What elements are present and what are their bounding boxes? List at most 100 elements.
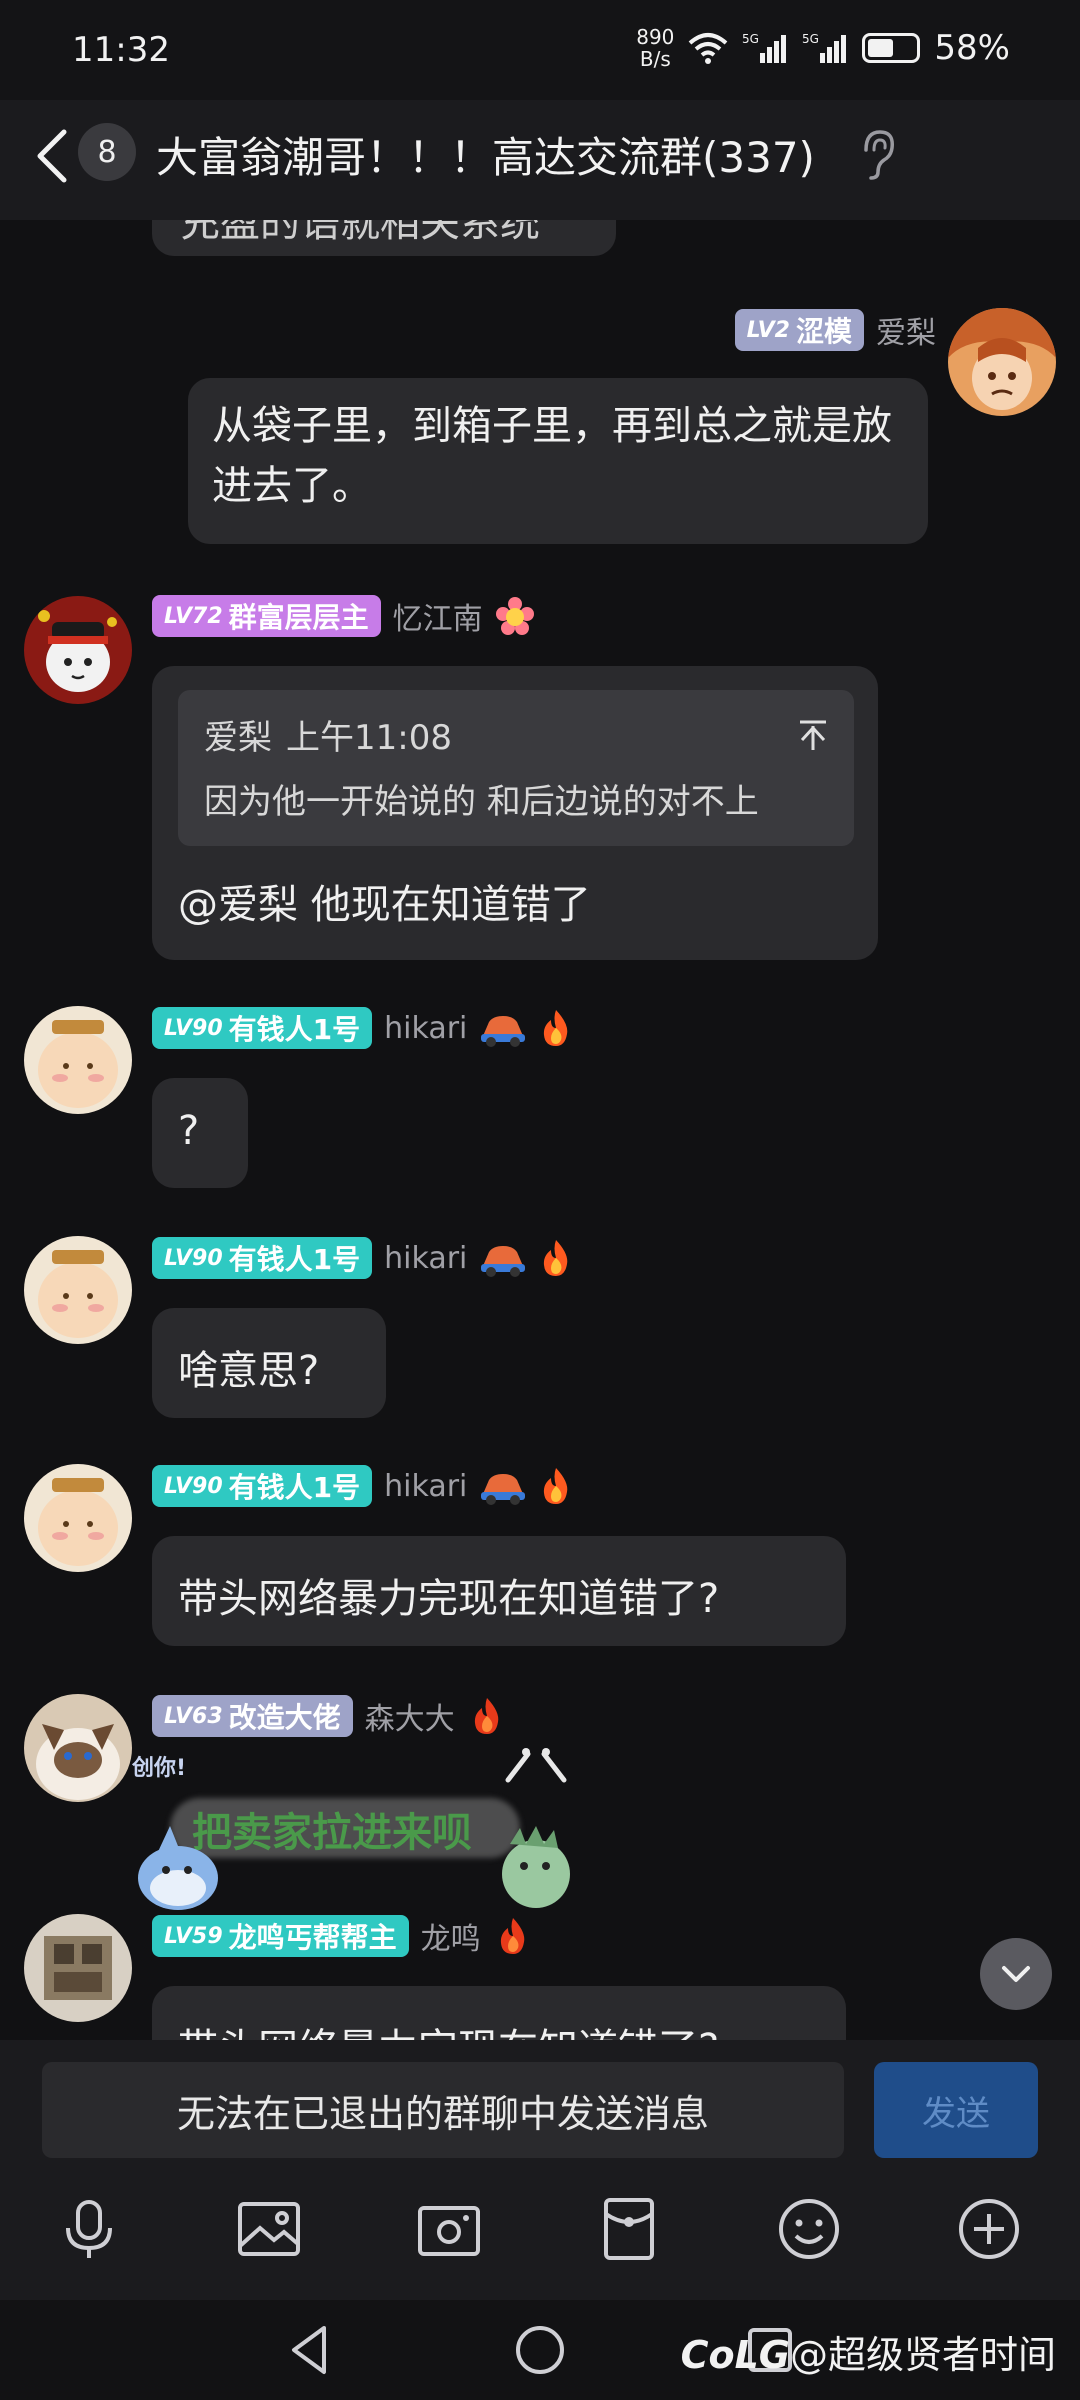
avatar[interactable]	[24, 1694, 132, 1802]
message-list[interactable]: 充盈的语就相关系统 LV2 涩模 爱梨 从袋子里，到箱子里，再到总之就是放进去了…	[0, 220, 1080, 2040]
status-bar: 11:32 890 B/s 5G 5G 58%	[0, 0, 1080, 100]
level-badge: LV63 改造大佬	[152, 1695, 353, 1737]
avatar-image	[24, 596, 132, 704]
svg-text:5G: 5G	[742, 32, 759, 46]
message-bubble[interactable]: 充盈的语就相关系统	[152, 220, 616, 256]
avatar-image	[24, 1236, 132, 1344]
message-text: ?	[178, 1108, 200, 1154]
sender-row: LV90 有钱人1号 hikari	[152, 1236, 573, 1280]
sticker-tag: 创你!	[132, 1756, 187, 1781]
fire-icon	[500, 1918, 524, 1954]
sender-name[interactable]: 爱梨	[876, 308, 936, 352]
input-toolbar	[0, 2160, 1080, 2300]
sender-row: LV63 改造大佬 森大大	[152, 1694, 507, 1738]
microphone-icon[interactable]	[56, 2196, 122, 2262]
signal-5g-icon-2: 5G	[802, 32, 847, 63]
scroll-to-bottom-button[interactable]	[980, 1938, 1052, 2010]
avatar[interactable]	[24, 1236, 132, 1344]
sticker-message[interactable]: 创你! 把卖家拉进来呗	[130, 1746, 580, 1916]
send-button[interactable]: 发送	[874, 2062, 1038, 2158]
message-text: 啥意思?	[178, 1348, 320, 1394]
sender-name[interactable]: hikari	[384, 1241, 467, 1276]
flower-icon	[495, 597, 534, 635]
level-badge: LV72 群富层层主	[152, 595, 381, 637]
quoted-message[interactable]: 爱梨 上午11:08 因为他一开始说的 和后边说的对不上	[178, 690, 854, 846]
image-icon[interactable]	[236, 2196, 302, 2262]
message-text: 带头网络暴力完现在知道错了?	[178, 1576, 720, 1622]
quote-text: 因为他一开始说的 和后边说的对不上	[204, 782, 759, 822]
sender-name[interactable]: hikari	[384, 1011, 467, 1046]
message-text: 充盈的语就相关系统	[180, 220, 540, 246]
message-bubble[interactable]: 啥意思?	[152, 1308, 386, 1418]
car-icon	[481, 1016, 526, 1047]
level-badge: LV2 涩模	[734, 309, 864, 351]
unread-badge[interactable]: 8	[78, 123, 136, 181]
sender-name[interactable]: 忆江南	[393, 594, 483, 638]
sender-row: LV2 涩模 爱梨	[734, 308, 936, 352]
message-bubble[interactable]: ?	[152, 1078, 248, 1188]
fire-icon	[474, 1698, 498, 1734]
battery-fill	[868, 39, 893, 57]
title-bar: 8 大富翁潮哥！！！高达交流群(337)	[0, 100, 1080, 220]
sender-name[interactable]: 森大大	[365, 1694, 455, 1738]
nav-home-icon[interactable]	[510, 2320, 570, 2380]
watermark: CoLG@超级贤者时间	[680, 2333, 1056, 2377]
chat-title[interactable]: 大富翁潮哥！！！高达交流群(337)	[156, 124, 815, 185]
fire-icon	[544, 1240, 568, 1276]
fire-icon	[544, 1468, 568, 1504]
battery-percent: 58%	[934, 28, 1010, 68]
sticker-bones-icon	[505, 1748, 567, 1783]
wifi-icon	[689, 33, 728, 64]
avatar[interactable]	[24, 1006, 132, 1114]
battery-icon	[862, 33, 921, 63]
sender-row: LV72 群富层层主 忆江南	[152, 594, 535, 638]
input-bar: 无法在已退出的群聊中发送消息 发送	[0, 2040, 1080, 2160]
avatar[interactable]	[24, 1464, 132, 1572]
status-time: 11:32	[72, 30, 170, 70]
back-button[interactable]	[28, 126, 78, 186]
message-bubble[interactable]: 带头网络暴力完现在知道错了?	[152, 1986, 846, 2040]
avatar-image	[948, 308, 1056, 416]
sender-name[interactable]: hikari	[384, 1469, 467, 1504]
emoji-icon[interactable]	[776, 2196, 842, 2262]
message-bubble[interactable]: 爱梨 上午11:08 因为他一开始说的 和后边说的对不上 @爱梨 他现在知道错了	[152, 666, 878, 960]
avatar-image	[24, 1464, 132, 1572]
message-text: @爱梨 他现在知道错了	[178, 882, 591, 928]
sender-row: LV90 有钱人1号 hikari	[152, 1006, 573, 1050]
svg-text:5G: 5G	[802, 32, 819, 46]
camera-icon[interactable]	[416, 2196, 482, 2262]
level-badge: LV90 有钱人1号	[152, 1465, 373, 1507]
avatar[interactable]	[948, 308, 1056, 416]
red-packet-icon[interactable]	[596, 2196, 662, 2262]
sender-name[interactable]: 龙鸣	[421, 1914, 481, 1958]
network-speed: 890 B/s	[636, 25, 675, 71]
avatar[interactable]	[24, 596, 132, 704]
message-input[interactable]: 无法在已退出的群聊中发送消息	[42, 2062, 844, 2158]
sticker-dino-icon	[502, 1826, 570, 1908]
avatar-image	[24, 1914, 132, 2022]
car-icon	[481, 1246, 526, 1277]
status-indicators: 890 B/s 5G 5G 58%	[636, 26, 1010, 70]
nav-back-icon[interactable]	[280, 2320, 340, 2380]
ear-icon[interactable]	[858, 128, 898, 182]
fire-icon	[544, 1010, 568, 1046]
sender-row: LV59 龙鸣丐帮帮主 龙鸣	[152, 1914, 533, 1958]
avatar[interactable]	[24, 1914, 132, 2022]
sticker-shark-icon	[138, 1826, 218, 1910]
message-text: 带头网络暴力完现在知道错了?	[178, 2016, 719, 2040]
car-icon	[481, 1474, 526, 1505]
quote-header: 爱梨 上午11:08	[204, 718, 452, 758]
message-text: 从袋子里，到箱子里，再到总之就是放进去了。	[212, 403, 892, 509]
avatar-image	[24, 1694, 132, 1802]
signal-5g-icon: 5G	[742, 32, 787, 63]
level-badge: LV90 有钱人1号	[152, 1237, 373, 1279]
level-badge: LV90 有钱人1号	[152, 1007, 373, 1049]
plus-icon[interactable]	[956, 2196, 1022, 2262]
avatar-image	[24, 1006, 132, 1114]
message-bubble[interactable]: 带头网络暴力完现在知道错了?	[152, 1536, 846, 1646]
level-badge: LV59 龙鸣丐帮帮主	[152, 1915, 409, 1957]
collapse-icon[interactable]	[796, 718, 830, 752]
message-bubble[interactable]: 从袋子里，到箱子里，再到总之就是放进去了。	[188, 378, 928, 544]
sticker-text: 把卖家拉进来呗	[192, 1810, 472, 1856]
chevron-down-icon	[1002, 1966, 1030, 1982]
